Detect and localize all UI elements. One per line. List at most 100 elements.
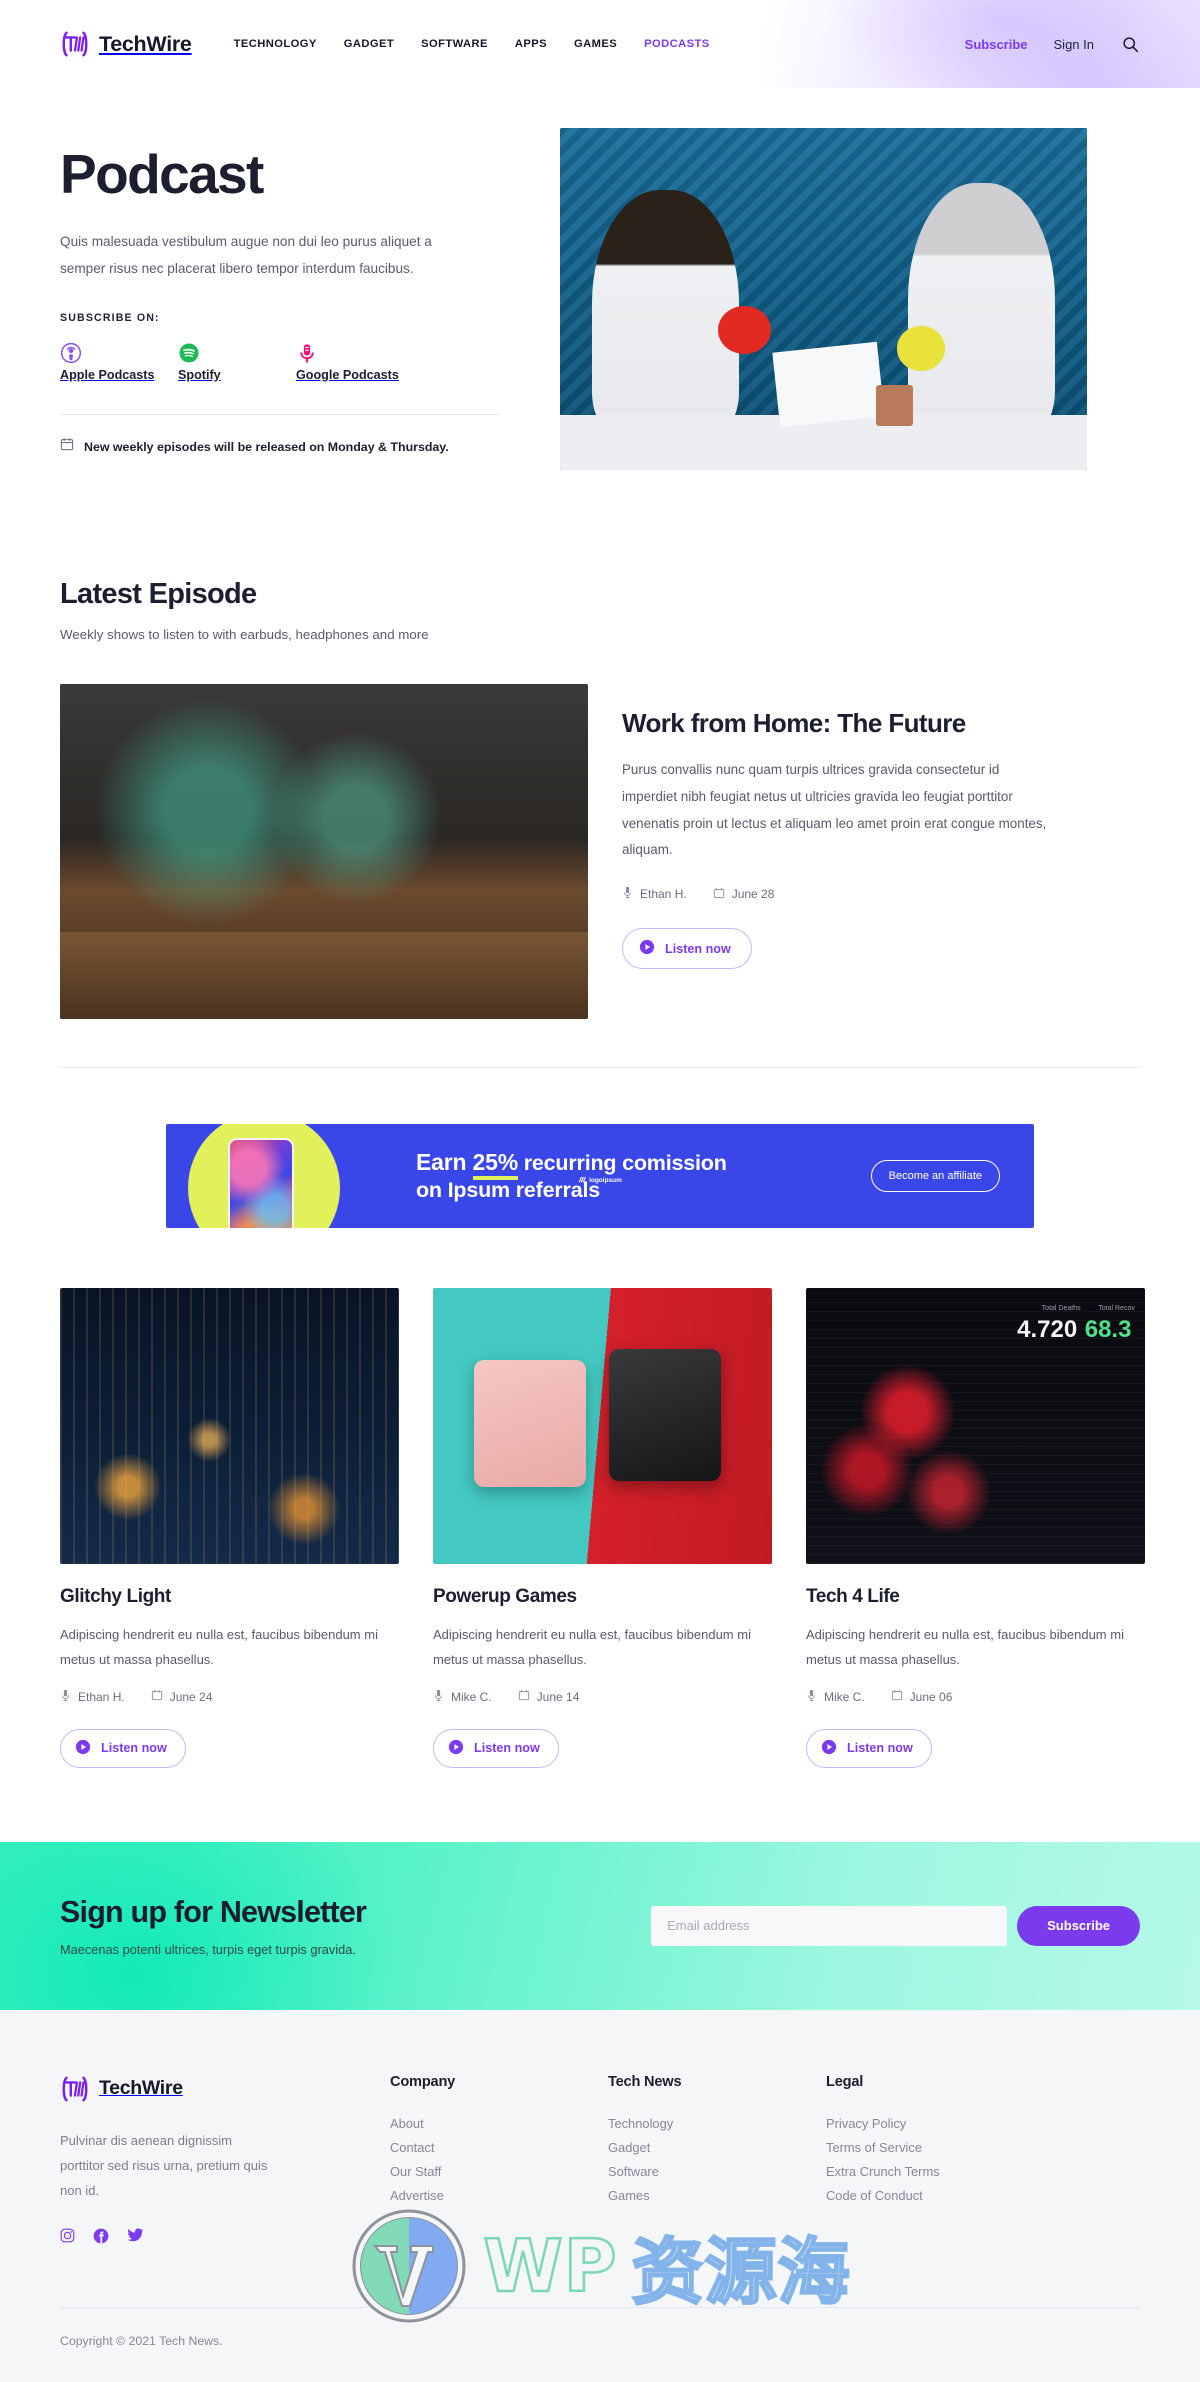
featured-episode-body: Work from Home: The Future Purus convall… [622,684,1140,1019]
facebook-icon[interactable] [93,2228,109,2249]
platform-google-podcasts[interactable]: Google Podcasts [296,340,414,384]
section-subtitle: Weekly shows to listen to with earbuds, … [60,627,429,642]
nav-item-apps[interactable]: APPS [515,38,547,50]
episode-card-meta: Mike C. June 14 [433,1689,772,1705]
platform-label: Spotify [178,368,221,383]
search-icon[interactable] [1120,34,1140,54]
listen-now-button-featured[interactable]: Listen now [622,928,752,970]
dashboard-value-1: 4.720 [1017,1315,1078,1343]
section-title: Latest Episode [60,578,257,610]
featured-episode-title: Work from Home: The Future [622,708,966,738]
nav-item-software[interactable]: SOFTWARE [421,38,488,50]
episode-card: Powerup Games Adipiscing hendrerit eu nu… [433,1288,772,1768]
affiliate-ad-banner[interactable]: logoipsum Earn 25% recurring comission o… [166,1124,1034,1228]
site-header: TechWire TECHNOLOGY GADGET SOFTWARE APPS… [0,0,1200,88]
listen-now-button[interactable]: Listen now [60,1728,186,1768]
footer-link-games[interactable]: Games [608,2188,826,2203]
featured-episode: Work from Home: The Future Purus convall… [60,684,1140,1019]
twitter-icon[interactable] [127,2228,144,2248]
featured-episode-meta: Ethan H. June 28 [622,886,1140,902]
episode-card-text: Adipiscing hendrerit eu nulla est, fauci… [433,1627,751,1668]
copyright-text: Copyright © 2021 Tech News. [60,2333,223,2348]
featured-episode-image[interactable] [60,684,588,1019]
nav-item-technology[interactable]: TECHNOLOGY [234,38,317,50]
footer-brand-column: TechWire Pulvinar dis aenean dignissim p… [60,2074,390,2249]
ad-logoipsum-label: logoipsum [166,1176,1034,1184]
footer-column-heading: Tech News [608,2073,682,2090]
calendar-icon [891,1689,903,1704]
episode-author: Ethan H. [622,886,687,902]
subscribe-link[interactable]: Subscribe [965,37,1028,52]
nav-item-gadget[interactable]: GADGET [344,38,394,50]
release-schedule-text: New weekly episodes will be released on … [84,439,449,454]
footer-link-software[interactable]: Software [608,2164,826,2179]
latest-episode-section: Latest Episode Weekly shows to listen to… [0,578,1200,1019]
calendar-icon [518,1689,530,1704]
nav-item-podcasts[interactable]: PODCASTS [644,38,710,50]
microphone-red [718,305,771,354]
calendar-icon [60,437,74,456]
footer-about-text: Pulvinar dis aenean dignissim porttitor … [60,2132,268,2199]
episode-author: Ethan H. [60,1689,125,1705]
newsletter-subscribe-button[interactable]: Subscribe [1017,1905,1140,1946]
sign-in-link[interactable]: Sign In [1054,37,1094,52]
footer-link-about[interactable]: About [390,2116,608,2131]
listen-now-button[interactable]: Listen now [433,1728,559,1768]
episode-date: June 24 [151,1689,212,1704]
footer-link-privacy-policy[interactable]: Privacy Policy [826,2116,1044,2131]
host-left [591,189,740,436]
listen-now-button[interactable]: Listen now [806,1728,932,1768]
episode-date: June 06 [891,1689,953,1704]
footer-column-legal: Legal Privacy Policy Terms of Service Ex… [826,2074,1044,2249]
hero-description: Quis malesuada vestibulum augue non dui … [60,233,432,276]
ad-line1-pre: Earn [416,1149,473,1176]
page-title: Podcast [60,143,264,205]
footer-columns: TechWire Pulvinar dis aenean dignissim p… [60,2074,1140,2249]
episode-date-text: June 14 [536,1689,580,1704]
footer-link-gadget[interactable]: Gadget [608,2140,826,2155]
dashboard-photo: Total Deaths 4.720 Total Recov 68.3 [806,1288,1145,1564]
nav-item-games[interactable]: GAMES [574,38,617,50]
footer-link-our-staff[interactable]: Our Staff [390,2164,608,2179]
instagram-icon[interactable] [60,2228,75,2248]
microphone-yellow [897,326,945,371]
listen-now-label: Listen now [847,1741,913,1756]
footer-link-terms-of-service[interactable]: Terms of Service [826,2140,1044,2155]
episode-author-name: Mike C. [451,1689,492,1704]
episode-date-text: June 28 [731,887,775,902]
episode-card-grid: Glitchy Light Adipiscing hendrerit eu nu… [0,1288,1200,1768]
handheld-consoles-photo [433,1288,772,1564]
footer-column-heading: Company [390,2073,456,2090]
ad-line1-post: recurring comission [517,1151,727,1176]
newsletter-form: Subscribe [651,1905,1140,1946]
site-footer: TechWire Pulvinar dis aenean dignissim p… [0,2009,1200,2382]
episode-card-image[interactable]: Total Deaths 4.720 Total Recov 68.3 [806,1288,1145,1564]
platform-spotify[interactable]: Spotify [178,340,296,384]
play-circle-icon [639,939,655,958]
host-right [907,182,1056,436]
ad-line-1: Earn 25% recurring comission [416,1148,727,1181]
episode-author: Mike C. [433,1689,492,1705]
footer-brand-name: TechWire [99,2077,183,2100]
brand-logo-link[interactable]: TechWire [60,29,192,59]
episode-card-image[interactable] [433,1288,772,1564]
listen-now-label: Listen now [665,941,731,956]
platform-apple-podcasts[interactable]: Apple Podcasts [60,340,178,384]
night-city-photo [60,1288,399,1564]
footer-link-code-of-conduct[interactable]: Code of Conduct [826,2188,1044,2203]
play-circle-icon [448,1739,464,1758]
footer-link-technology[interactable]: Technology [608,2116,826,2131]
play-circle-icon [75,1739,91,1758]
email-input[interactable] [651,1905,1008,1946]
episode-card-image[interactable] [60,1288,399,1564]
episode-card-title: Glitchy Light [60,1586,171,1607]
footer-link-contact[interactable]: Contact [390,2140,608,2155]
calendar-icon [151,1689,163,1704]
episode-date-text: June 06 [909,1689,953,1704]
release-schedule: New weekly episodes will be released on … [60,437,530,456]
episode-card-meta: Mike C. June 06 [806,1689,1145,1705]
footer-link-extra-crunch-terms[interactable]: Extra Crunch Terms [826,2164,1044,2179]
footer-link-advertise[interactable]: Advertise [390,2188,608,2203]
footer-brand-link[interactable]: TechWire [60,2074,390,2104]
episode-author-name: Ethan H. [640,887,687,902]
